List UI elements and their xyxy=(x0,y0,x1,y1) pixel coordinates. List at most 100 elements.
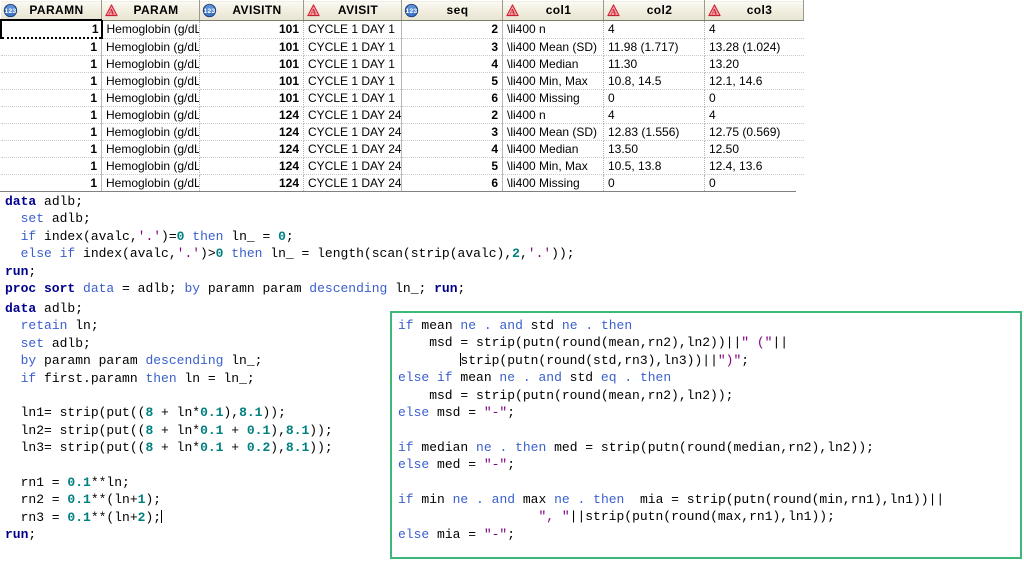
column-header-avisitn[interactable]: 123 AVISITN xyxy=(199,0,304,21)
cell-col3[interactable]: 13.20 xyxy=(704,55,804,73)
table-row[interactable]: 1 Hemoglobin (g/dL) 101 CYCLE 1 DAY 1 4 \li40… xyxy=(1,55,804,73)
cell-col3[interactable]: 0 xyxy=(704,174,804,191)
cell-seq[interactable]: 6 xyxy=(401,89,503,107)
cell-avisitn[interactable]: 101 xyxy=(199,38,304,56)
cell-avisit[interactable]: CYCLE 1 DAY 1 xyxy=(303,55,402,73)
cell-col2[interactable]: 0 xyxy=(603,89,705,107)
cell-avisitn[interactable]: 124 xyxy=(199,106,304,124)
cell-seq[interactable]: 3 xyxy=(401,123,503,141)
cell-param[interactable]: Hemoglobin (g/dL) xyxy=(101,20,200,39)
cell-paramn[interactable]: 1 xyxy=(1,157,102,175)
cell-seq[interactable]: 2 xyxy=(401,106,503,124)
cell-col3[interactable]: 4 xyxy=(704,20,804,39)
cell-paramn[interactable]: 1 xyxy=(1,106,102,124)
cell-paramn[interactable]: 1 xyxy=(1,72,102,90)
cell-col1[interactable]: \li400 Min, Max xyxy=(502,72,604,90)
cell-col2[interactable]: 13.50 xyxy=(603,140,705,158)
cell-avisitn[interactable]: 101 xyxy=(199,72,304,90)
cell-seq[interactable]: 4 xyxy=(401,140,503,158)
table-row[interactable]: 1 Hemoglobin (g/dL) 101 CYCLE 1 DAY 1 5 \li40… xyxy=(1,72,804,90)
cell-col2[interactable]: 12.83 (1.556) xyxy=(603,123,705,141)
column-header-paramn[interactable]: 123 PARAMN xyxy=(1,0,102,21)
cell-seq[interactable]: 5 xyxy=(401,157,503,175)
cell-avisit[interactable]: CYCLE 1 DAY 1 xyxy=(303,72,402,90)
cell-avisitn[interactable]: 101 xyxy=(199,55,304,73)
table-row[interactable]: 1 Hemoglobin (g/dL) 101 CYCLE 1 DAY 1 2 \li40… xyxy=(0,19,804,39)
cell-avisit[interactable]: CYCLE 1 DAY 24 xyxy=(303,123,402,141)
cell-seq[interactable]: 5 xyxy=(401,72,503,90)
cell-paramn[interactable]: 1 xyxy=(1,89,102,107)
cell-avisitn[interactable]: 124 xyxy=(199,174,304,191)
cell-avisitn[interactable]: 124 xyxy=(199,123,304,141)
cell-col2[interactable]: 0 xyxy=(603,174,705,191)
table-row[interactable]: 1 Hemoglobin (g/dL) 124 CYCLE 1 DAY 24 5 \li4… xyxy=(1,157,804,175)
cell-avisitn[interactable]: 101 xyxy=(199,20,304,39)
cell-avisit[interactable]: CYCLE 1 DAY 24 xyxy=(303,140,402,158)
cell-seq[interactable]: 6 xyxy=(401,174,503,191)
cell-param[interactable]: Hemoglobin (g/dL) xyxy=(101,174,200,191)
cell-paramn[interactable]: 1 xyxy=(1,123,102,141)
sas-code-editor-top[interactable]: data adlb; set adlb; if index(avalc,'.')… xyxy=(5,193,575,297)
cell-col3[interactable]: 12.75 (0.569) xyxy=(704,123,804,141)
cell-col1[interactable]: \li400 Median xyxy=(502,55,604,73)
cell-col3[interactable]: 12.1, 14.6 xyxy=(704,72,804,90)
cell-param[interactable]: Hemoglobin (g/dL) xyxy=(101,55,200,73)
cell-avisit[interactable]: CYCLE 1 DAY 24 xyxy=(303,106,402,124)
cell-col2[interactable]: 10.8, 14.5 xyxy=(603,72,705,90)
table-row[interactable]: 1 Hemoglobin (g/dL) 124 CYCLE 1 DAY 24 3 \li4… xyxy=(1,123,804,141)
cell-paramn[interactable]: 1 xyxy=(1,55,102,73)
cell-col3[interactable]: 13.28 (1.024) xyxy=(704,38,804,56)
cell-col3[interactable]: 12.50 xyxy=(704,140,804,158)
cell-seq[interactable]: 3 xyxy=(401,38,503,56)
cell-paramn[interactable]: 1 xyxy=(0,19,103,39)
cell-col1[interactable]: \li400 n xyxy=(502,20,604,39)
cell-param[interactable]: Hemoglobin (g/dL) xyxy=(101,157,200,175)
sas-code-editor-highlighted[interactable]: if mean ne . and std ne . then msd = str… xyxy=(398,317,944,543)
dataset-grid[interactable]: 123 PARAMN A PARAM 123 AVISITN A AVISIT 123 seq Ac… xyxy=(0,0,804,192)
column-header-col1[interactable]: Acol1 xyxy=(502,0,604,21)
cell-col1[interactable]: \li400 Mean (SD) xyxy=(502,38,604,56)
cell-avisit[interactable]: CYCLE 1 DAY 24 xyxy=(303,157,402,175)
cell-param[interactable]: Hemoglobin (g/dL) xyxy=(101,106,200,124)
cell-col3[interactable]: 12.4, 13.6 xyxy=(704,157,804,175)
cell-avisit[interactable]: CYCLE 1 DAY 1 xyxy=(303,38,402,56)
cell-col1[interactable]: \li400 Missing xyxy=(502,174,604,191)
cell-col1[interactable]: \li400 Min, Max xyxy=(502,157,604,175)
cell-col1[interactable]: \li400 Mean (SD) xyxy=(502,123,604,141)
table-row[interactable]: 1 Hemoglobin (g/dL) 124 CYCLE 1 DAY 24 6 \li4… xyxy=(1,174,804,191)
cell-seq[interactable]: 4 xyxy=(401,55,503,73)
cell-col2[interactable]: 11.98 (1.717) xyxy=(603,38,705,56)
cell-param[interactable]: Hemoglobin (g/dL) xyxy=(101,72,200,90)
cell-col3[interactable]: 0 xyxy=(704,89,804,107)
cell-avisit[interactable]: CYCLE 1 DAY 24 xyxy=(303,174,402,191)
cell-col2[interactable]: 4 xyxy=(603,20,705,39)
cell-col1[interactable]: \li400 n xyxy=(502,106,604,124)
cell-col2[interactable]: 10.5, 13.8 xyxy=(603,157,705,175)
cell-col2[interactable]: 4 xyxy=(603,106,705,124)
cell-avisitn[interactable]: 124 xyxy=(199,140,304,158)
cell-avisit[interactable]: CYCLE 1 DAY 1 xyxy=(303,20,402,39)
column-header-avisit[interactable]: A AVISIT xyxy=(303,0,402,21)
column-header-param[interactable]: A PARAM xyxy=(101,0,200,21)
cell-col3[interactable]: 4 xyxy=(704,106,804,124)
table-row[interactable]: 1 Hemoglobin (g/dL) 101 CYCLE 1 DAY 1 3 \li40… xyxy=(1,38,804,56)
cell-paramn[interactable]: 1 xyxy=(1,174,102,191)
cell-avisitn[interactable]: 124 xyxy=(199,157,304,175)
cell-param[interactable]: Hemoglobin (g/dL) xyxy=(101,38,200,56)
table-row[interactable]: 1 Hemoglobin (g/dL) 124 CYCLE 1 DAY 24 2 \li4… xyxy=(1,106,804,124)
cell-param[interactable]: Hemoglobin (g/dL) xyxy=(101,123,200,141)
cell-col1[interactable]: \li400 Missing xyxy=(502,89,604,107)
cell-paramn[interactable]: 1 xyxy=(1,140,102,158)
table-row[interactable]: 1 Hemoglobin (g/dL) 101 CYCLE 1 DAY 1 6 \li40… xyxy=(1,89,804,107)
sas-code-editor-left[interactable]: data adlb; retain ln; set adlb; by param… xyxy=(5,300,333,544)
cell-seq[interactable]: 2 xyxy=(401,20,503,39)
cell-param[interactable]: Hemoglobin (g/dL) xyxy=(101,140,200,158)
cell-param[interactable]: Hemoglobin (g/dL) xyxy=(101,89,200,107)
cell-col2[interactable]: 11.30 xyxy=(603,55,705,73)
column-header-col3[interactable]: Acol3 xyxy=(704,0,804,21)
column-header-seq[interactable]: 123 seq xyxy=(401,0,503,21)
cell-col1[interactable]: \li400 Median xyxy=(502,140,604,158)
table-row[interactable]: 1 Hemoglobin (g/dL) 124 CYCLE 1 DAY 24 4 \li4… xyxy=(1,140,804,158)
cell-paramn[interactable]: 1 xyxy=(1,38,102,56)
cell-avisitn[interactable]: 101 xyxy=(199,89,304,107)
